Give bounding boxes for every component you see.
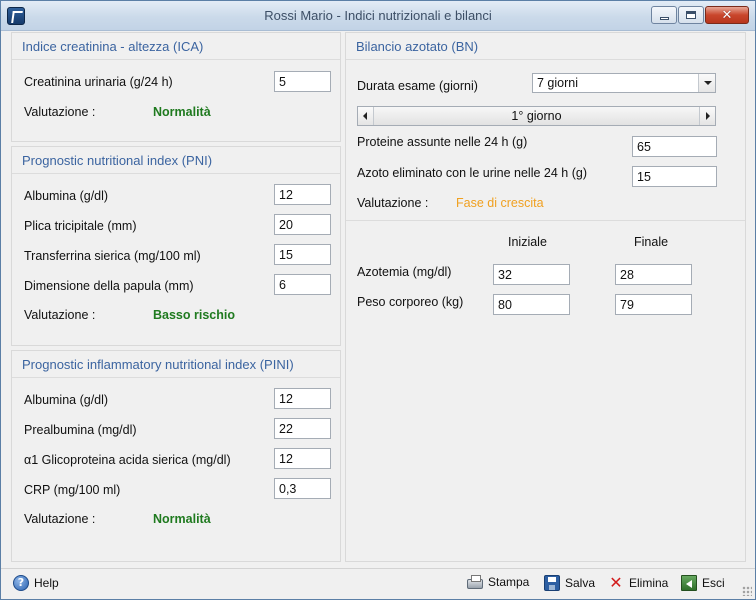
field-label: Prealbumina (mg/dl) <box>24 423 137 437</box>
print-button[interactable]: Stampa <box>467 575 529 589</box>
field-label: Azoto eliminato con le urine nelle 24 h … <box>357 166 587 180</box>
row-label: Peso corporeo (kg) <box>357 295 464 309</box>
pini-panel: Prognostic inflammatory nutritional inde… <box>11 350 341 562</box>
minimize-icon <box>659 16 669 20</box>
close-icon: ✕ <box>721 7 733 23</box>
pni-panel: Prognostic nutritional index (PNI) Album… <box>11 146 341 346</box>
exit-door-icon <box>681 575 697 591</box>
bn-title: Bilancio azotato (BN) <box>356 39 479 54</box>
day-stepper[interactable]: 1° giorno <box>357 106 716 126</box>
glicoproteina-input[interactable] <box>274 448 331 469</box>
field-label: Proteine assunte nelle 24 h (g) <box>357 135 528 149</box>
floppy-disk-icon <box>544 575 560 591</box>
field-label: Plica tricipitale (mm) <box>24 219 137 233</box>
pini-title: Prognostic inflammatory nutritional inde… <box>22 357 294 372</box>
field-label: Albumina (g/dl) <box>24 189 109 203</box>
albumina-input[interactable] <box>274 184 331 205</box>
panel-divider <box>12 59 340 60</box>
help-button[interactable]: ? Help <box>13 575 59 591</box>
panel-divider <box>12 377 340 378</box>
field-label: Creatinina urinaria (g/24 h) <box>24 75 173 89</box>
duration-value: 7 giorni <box>537 76 578 90</box>
field-label: α1 Glicoproteina acida sierica (mg/dl) <box>24 453 231 467</box>
azotemia-initial-input[interactable] <box>493 264 570 285</box>
field-label: CRP (mg/100 ml) <box>24 483 121 497</box>
duration-label: Durata esame (giorni) <box>357 79 478 93</box>
save-button[interactable]: Salva <box>544 575 595 591</box>
maximize-button[interactable] <box>678 6 704 24</box>
evaluation-value: Normalità <box>153 105 211 119</box>
bottom-toolbar: ? Help Stampa Salva ✕ Elimina Esci <box>1 568 755 599</box>
exit-label: Esci <box>702 576 725 590</box>
transferrina-input[interactable] <box>274 244 331 265</box>
maximize-icon <box>686 11 696 19</box>
row-label: Azotemia (mg/dl) <box>357 265 452 279</box>
panel-divider <box>12 173 340 174</box>
column-header: Iniziale <box>508 235 547 249</box>
ica-panel: Indice creatinina - altezza (ICA) Creati… <box>11 32 341 142</box>
save-label: Salva <box>565 576 596 590</box>
creatinina-urinaria-input[interactable] <box>274 71 331 92</box>
day-stepper-label: 1° giorno <box>511 109 562 123</box>
delete-button[interactable]: ✕ Elimina <box>608 575 668 591</box>
next-day-arrow-icon[interactable] <box>699 107 715 125</box>
azotemia-final-input[interactable] <box>615 264 692 285</box>
close-button[interactable]: ✕ <box>705 6 749 24</box>
prealbumina-input[interactable] <box>274 418 331 439</box>
peso-initial-input[interactable] <box>493 294 570 315</box>
app-window: Rossi Mario - Indici nutrizionali e bila… <box>0 0 756 600</box>
window-controls: ✕ <box>650 6 749 24</box>
panel-divider <box>346 220 745 221</box>
field-label: Dimensione della papula (mm) <box>24 279 194 293</box>
azoto-input[interactable] <box>632 166 717 187</box>
evaluation-label: Valutazione : <box>24 105 96 119</box>
bn-panel: Bilancio azotato (BN) Durata esame (gior… <box>345 32 746 562</box>
window-title: Rossi Mario - Indici nutrizionali e bila… <box>264 8 492 23</box>
field-label: Transferrina sierica (mg/100 ml) <box>24 249 201 263</box>
field-label: Albumina (g/dl) <box>24 393 109 407</box>
title-bar[interactable]: Rossi Mario - Indici nutrizionali e bila… <box>1 1 755 31</box>
delete-x-icon: ✕ <box>609 573 623 592</box>
print-label: Stampa <box>488 575 530 589</box>
evaluation-value: Fase di crescita <box>456 196 544 210</box>
crp-input[interactable] <box>274 478 331 499</box>
plica-tricipitale-input[interactable] <box>274 214 331 235</box>
evaluation-label: Valutazione : <box>357 196 429 210</box>
panel-divider <box>346 59 745 60</box>
ica-title: Indice creatinina - altezza (ICA) <box>22 39 204 54</box>
pni-title: Prognostic nutritional index (PNI) <box>22 153 213 168</box>
printer-icon <box>467 575 483 589</box>
help-icon: ? <box>13 575 29 591</box>
chevron-down-icon[interactable] <box>698 74 715 92</box>
proteine-input[interactable] <box>632 136 717 157</box>
delete-label: Elimina <box>629 576 669 590</box>
resize-grip[interactable] <box>742 586 752 596</box>
minimize-button[interactable] <box>651 6 677 24</box>
evaluation-value: Normalità <box>153 512 211 526</box>
evaluation-label: Valutazione : <box>24 512 96 526</box>
albumina-input[interactable] <box>274 388 331 409</box>
peso-final-input[interactable] <box>615 294 692 315</box>
papula-input[interactable] <box>274 274 331 295</box>
help-label: Help <box>34 576 59 590</box>
evaluation-value: Basso rischio <box>153 308 235 322</box>
duration-select[interactable]: 7 giorni <box>532 73 716 93</box>
evaluation-label: Valutazione : <box>24 308 96 322</box>
column-header: Finale <box>634 235 669 249</box>
exit-button[interactable]: Esci <box>681 575 725 591</box>
